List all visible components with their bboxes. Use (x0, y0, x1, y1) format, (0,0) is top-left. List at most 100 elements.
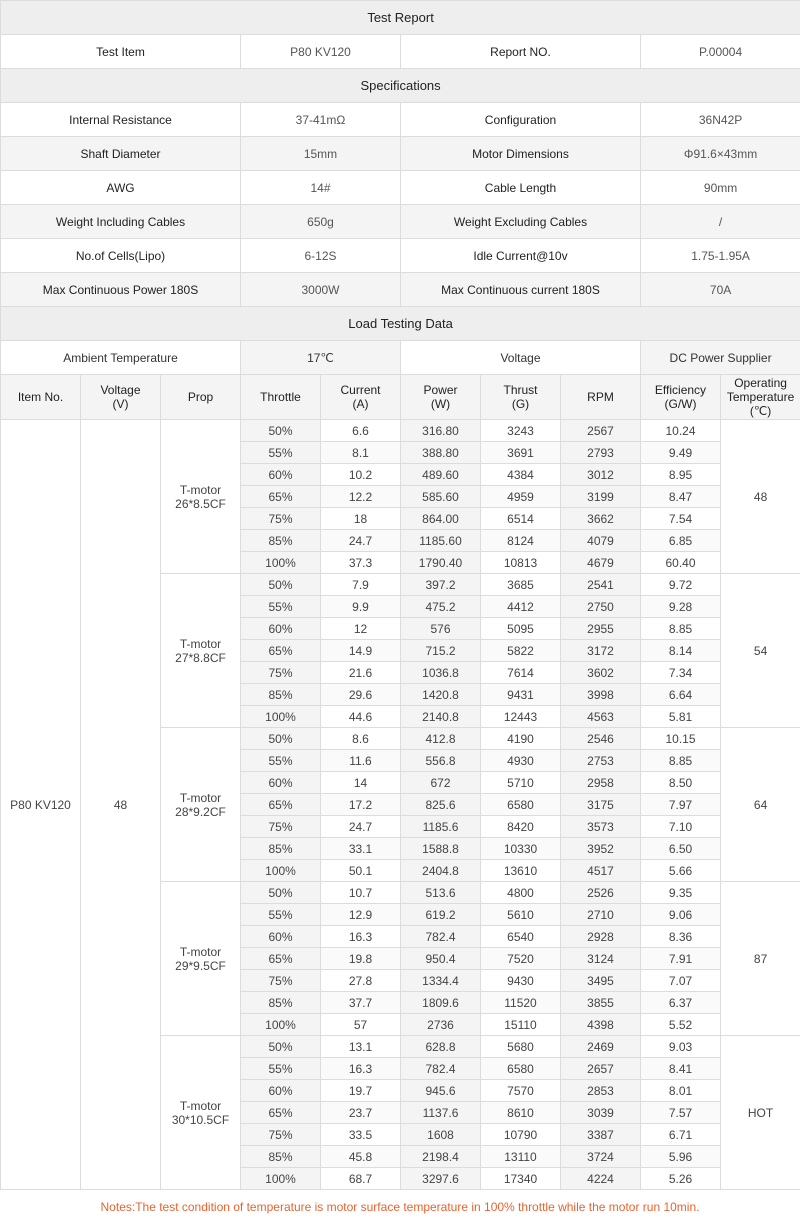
throttle-cell: 75% (240, 815, 321, 838)
column-header-throttle: Throttle (240, 374, 321, 420)
rpm-cell: 2657 (560, 1057, 641, 1080)
throttle-cell: 75% (240, 969, 321, 992)
thrust-cell: 6580 (480, 1057, 561, 1080)
power-cell: 628.8 (400, 1035, 481, 1058)
thrust-cell: 17340 (480, 1167, 561, 1190)
rpm-cell: 3495 (560, 969, 641, 992)
efficiency-cell: 10.24 (640, 419, 721, 442)
thrust-cell: 5610 (480, 903, 561, 926)
throttle-cell: 60% (240, 1079, 321, 1102)
rpm-cell: 2753 (560, 749, 641, 772)
throttle-cell: 55% (240, 903, 321, 926)
thrust-cell: 8420 (480, 815, 561, 838)
spec-row: Weight Including Cables 650g Weight Exclud… (0, 204, 800, 239)
current-cell: 37.7 (320, 991, 401, 1014)
thrust-cell: 13110 (480, 1145, 561, 1168)
rpm-cell: 3039 (560, 1101, 641, 1124)
rpm-cell: 2710 (560, 903, 641, 926)
test-item-label: Test Item (0, 34, 241, 69)
power-cell: 1588.8 (400, 837, 481, 860)
rpm-cell: 3998 (560, 683, 641, 706)
current-cell: 27.8 (320, 969, 401, 992)
prop-cell: T-motor 29*9.5CF (160, 881, 241, 1036)
power-cell: 1809.6 (400, 991, 481, 1014)
efficiency-cell: 9.49 (640, 441, 721, 464)
efficiency-cell: 5.26 (640, 1167, 721, 1190)
operating-temperature-cell: 64 (719, 727, 800, 882)
current-cell: 18 (320, 507, 401, 530)
current-cell: 14.9 (320, 639, 401, 662)
efficiency-cell: 10.15 (640, 727, 721, 750)
spec-label: No.of Cells(Lipo) (0, 238, 241, 273)
thrust-cell: 10813 (480, 551, 561, 574)
spec-label: Shaft Diameter (0, 136, 241, 171)
current-cell: 12.2 (320, 485, 401, 508)
efficiency-cell: 9.06 (640, 903, 721, 926)
throttle-cell: 65% (240, 1101, 321, 1124)
current-cell: 29.6 (320, 683, 401, 706)
current-cell: 21.6 (320, 661, 401, 684)
efficiency-cell: 8.41 (640, 1057, 721, 1080)
current-cell: 10.2 (320, 463, 401, 486)
thrust-cell: 7614 (480, 661, 561, 684)
voltage-value: DC Power Supplier (639, 340, 800, 375)
current-cell: 24.7 (320, 815, 401, 838)
power-cell: 388.80 (400, 441, 481, 464)
ambient-temperature-label: Ambient Temperature (0, 340, 241, 375)
efficiency-cell: 5.66 (640, 859, 721, 882)
power-cell: 1334.4 (400, 969, 481, 992)
rpm-cell: 2853 (560, 1079, 641, 1102)
thrust-cell: 6514 (480, 507, 561, 530)
current-cell: 13.1 (320, 1035, 401, 1058)
spec-label: Cable Length (400, 170, 641, 205)
item-no-cell: P80 KV120 (0, 419, 81, 1190)
efficiency-cell: 7.97 (640, 793, 721, 816)
spec-label: Weight Excluding Cables (400, 204, 641, 239)
rpm-cell: 4398 (560, 1013, 641, 1036)
spec-value: 90mm (639, 170, 800, 205)
efficiency-cell: 7.34 (640, 661, 721, 684)
load-testing-title: Load Testing Data (0, 306, 800, 341)
current-cell: 23.7 (320, 1101, 401, 1124)
thrust-cell: 3685 (480, 573, 561, 596)
power-cell: 316.80 (400, 419, 481, 442)
thrust-cell: 9431 (480, 683, 561, 706)
test-note: Notes:The test condition of temperature … (100, 1200, 700, 1214)
rpm-cell: 2750 (560, 595, 641, 618)
current-cell: 16.3 (320, 925, 401, 948)
prop-cell: T-motor 30*10.5CF (160, 1035, 241, 1190)
thrust-cell: 3691 (480, 441, 561, 464)
voltage-label: Voltage (400, 340, 641, 375)
rpm-cell: 2958 (560, 771, 641, 794)
spec-value: 650g (240, 204, 401, 239)
throttle-cell: 50% (240, 727, 321, 750)
power-cell: 945.6 (400, 1079, 481, 1102)
rpm-cell: 2928 (560, 925, 641, 948)
current-cell: 17.2 (320, 793, 401, 816)
throttle-cell: 65% (240, 485, 321, 508)
spec-row: Shaft Diameter 15mm Motor Dimensions Φ91.6×… (0, 136, 800, 171)
ambient-row: Ambient Temperature 17℃ Voltage DC Power Su… (0, 340, 800, 375)
spec-value: 70A (639, 272, 800, 307)
thrust-cell: 7570 (480, 1079, 561, 1102)
throttle-cell: 50% (240, 573, 321, 596)
spec-row: No.of Cells(Lipo) 6-12S Idle Current@10v 1.… (0, 238, 800, 273)
voltage-cell: 48 (80, 419, 161, 1190)
throttle-cell: 85% (240, 1145, 321, 1168)
power-cell: 1036.8 (400, 661, 481, 684)
thrust-cell: 12443 (480, 705, 561, 728)
column-header-voltage: Voltage (V) (80, 374, 161, 420)
efficiency-cell: 7.57 (640, 1101, 721, 1124)
efficiency-cell: 8.85 (640, 617, 721, 640)
column-header-row: Item No. Voltage (V) Prop Throttle Current (… (0, 374, 800, 420)
operating-temperature-cell: 48 (719, 419, 800, 574)
spec-value: 1.75-1.95A (639, 238, 800, 273)
thrust-cell: 4384 (480, 463, 561, 486)
spec-label: Configuration (400, 102, 641, 137)
spec-label: Max Continuous Power 180S (0, 272, 241, 307)
throttle-cell: 50% (240, 881, 321, 904)
thrust-cell: 9430 (480, 969, 561, 992)
efficiency-cell: 6.37 (640, 991, 721, 1014)
efficiency-cell: 60.40 (640, 551, 721, 574)
thrust-cell: 5822 (480, 639, 561, 662)
